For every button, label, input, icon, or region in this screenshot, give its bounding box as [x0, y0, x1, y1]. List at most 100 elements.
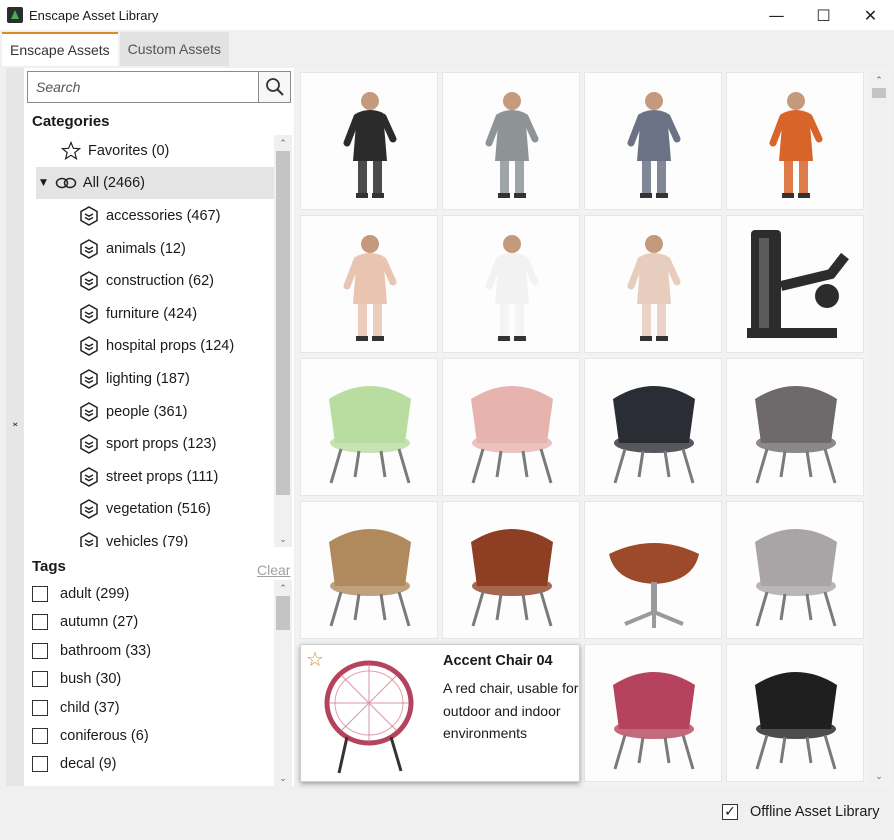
window-controls: — ☐ ✕ — [753, 0, 894, 30]
window-title: Enscape Asset Library — [29, 7, 159, 23]
clear-tags-link[interactable]: Clear — [257, 562, 290, 578]
asset-tile[interactable] — [726, 501, 864, 639]
asset-tile[interactable] — [300, 358, 438, 496]
tag-item[interactable]: decal (9) — [30, 750, 116, 778]
tag-item[interactable]: child (37) — [30, 694, 120, 722]
scroll-down-icon[interactable]: ⌄ — [870, 768, 888, 784]
category-asset-icon — [78, 368, 100, 390]
tab-custom-assets[interactable]: Custom Assets — [119, 32, 229, 66]
tab-enscape-assets[interactable]: Enscape Assets — [2, 32, 118, 66]
scroll-up-icon[interactable]: ⌃ — [870, 72, 888, 88]
search-box — [27, 71, 291, 103]
category-all[interactable]: ▼ All (2466) — [36, 167, 274, 199]
scroll-up-icon[interactable]: ⌃ — [274, 135, 292, 151]
tag-checkbox[interactable] — [32, 671, 48, 688]
asset-tile[interactable] — [584, 215, 722, 353]
category-item[interactable]: construction (62) — [78, 265, 214, 297]
category-item[interactable]: accessories (467) — [78, 200, 220, 232]
scroll-thumb[interactable] — [276, 596, 290, 630]
tags-scrollbar[interactable]: ⌃ ⌄ — [274, 580, 292, 786]
category-label: vehicles (79) — [106, 534, 189, 547]
grid-scrollbar[interactable]: ⌃ ⌄ — [870, 72, 888, 784]
search-input[interactable] — [28, 72, 258, 102]
scroll-up-icon[interactable]: ⌃ — [274, 580, 292, 596]
tag-checkbox[interactable] — [32, 699, 48, 716]
category-asset-icon — [78, 531, 100, 547]
close-button[interactable]: ✕ — [847, 0, 894, 30]
asset-tile[interactable] — [584, 501, 722, 639]
scroll-thumb[interactable] — [276, 151, 290, 495]
tag-item[interactable]: autumn (27) — [30, 608, 138, 636]
category-item[interactable]: animals (12) — [78, 233, 186, 265]
category-item[interactable]: hospital props (124) — [78, 330, 234, 362]
maximize-button[interactable]: ☐ — [800, 0, 847, 30]
asset-tile[interactable] — [442, 215, 580, 353]
asset-tile-expanded[interactable]: ☆ Accent Chair 04 A red chair, usable for … — [300, 644, 580, 782]
scroll-thumb[interactable] — [872, 88, 886, 98]
asset-tile[interactable] — [726, 215, 864, 353]
tag-label: child (37) — [60, 699, 120, 716]
asset-tile[interactable] — [726, 72, 864, 210]
asset-tile[interactable] — [300, 72, 438, 210]
category-scrollbar[interactable]: ⌃ ⌄ — [274, 135, 292, 547]
category-asset-icon — [78, 335, 100, 357]
category-item[interactable]: vehicles (79) — [78, 526, 188, 547]
tag-label: autumn (27) — [60, 614, 139, 631]
asset-tile[interactable] — [300, 501, 438, 639]
tag-label: bush (30) — [60, 671, 122, 688]
tag-checkbox[interactable] — [32, 642, 48, 659]
minimize-button[interactable]: — — [753, 0, 800, 30]
category-asset-icon — [78, 498, 100, 520]
category-item[interactable]: sport props (123) — [78, 428, 216, 460]
offline-library-toggle[interactable]: ✓ Offline Asset Library — [722, 804, 880, 820]
category-item[interactable]: lighting (187) — [78, 363, 190, 395]
tag-checkbox[interactable] — [32, 728, 48, 744]
search-button[interactable] — [258, 72, 290, 102]
asset-tile[interactable] — [726, 358, 864, 496]
asset-tile[interactable] — [442, 501, 580, 639]
asset-tile[interactable] — [726, 644, 864, 782]
category-favorites[interactable]: Favorites (0) — [60, 135, 169, 167]
category-asset-icon — [78, 205, 100, 227]
asset-grid: ☆ Accent Chair 04 A red chair, usable for … — [296, 68, 890, 786]
asset-tile[interactable] — [584, 644, 722, 782]
star-outline-icon — [60, 140, 82, 162]
category-label: construction (62) — [106, 273, 214, 290]
category-item[interactable]: people (361) — [78, 396, 187, 428]
category-asset-icon — [78, 466, 100, 488]
tag-checkbox[interactable] — [32, 756, 48, 773]
favorite-star-icon[interactable]: ☆ — [306, 649, 324, 669]
tag-label: bathroom (33) — [60, 642, 152, 659]
tag-item[interactable]: coniferous (6) — [30, 722, 149, 750]
category-label: accessories (467) — [106, 208, 221, 224]
category-item[interactable]: street props (111) — [78, 461, 218, 493]
tag-list: adult (299) autumn (27) bathroom (33) bush … — [30, 580, 274, 786]
asset-tile[interactable] — [584, 358, 722, 496]
categories-heading: Categories — [32, 113, 110, 130]
category-item[interactable]: vegetation (516) — [78, 493, 211, 525]
asset-tile[interactable] — [584, 72, 722, 210]
asset-tile[interactable] — [300, 215, 438, 353]
tag-item[interactable]: adult (299) — [30, 580, 129, 608]
category-label: hospital props (124) — [106, 338, 235, 355]
collapse-panel-icon[interactable]: ⌄ ⌃ — [11, 418, 19, 434]
tag-checkbox[interactable] — [32, 586, 48, 602]
tag-label: coniferous (6) — [60, 728, 149, 744]
asset-tile[interactable] — [442, 72, 580, 210]
category-label: street props (111) — [106, 468, 219, 485]
offline-checkbox[interactable]: ✓ — [722, 804, 738, 820]
category-label: people (361) — [106, 403, 188, 420]
enscape-logo-icon — [7, 7, 23, 23]
asset-tile[interactable] — [442, 358, 580, 496]
expand-triangle-icon[interactable]: ▼ — [40, 178, 47, 188]
tag-item[interactable]: bathroom (33) — [30, 637, 151, 665]
scroll-down-icon[interactable]: ⌄ — [274, 770, 292, 786]
tag-label: adult (299) — [60, 586, 130, 602]
category-label: vegetation (516) — [106, 501, 211, 518]
tag-checkbox[interactable] — [32, 614, 48, 631]
all-assets-icon — [55, 172, 77, 194]
scroll-down-icon[interactable]: ⌄ — [274, 531, 292, 547]
tag-item[interactable]: bush (30) — [30, 665, 121, 693]
category-asset-icon — [78, 238, 100, 260]
category-item[interactable]: furniture (424) — [78, 298, 197, 330]
